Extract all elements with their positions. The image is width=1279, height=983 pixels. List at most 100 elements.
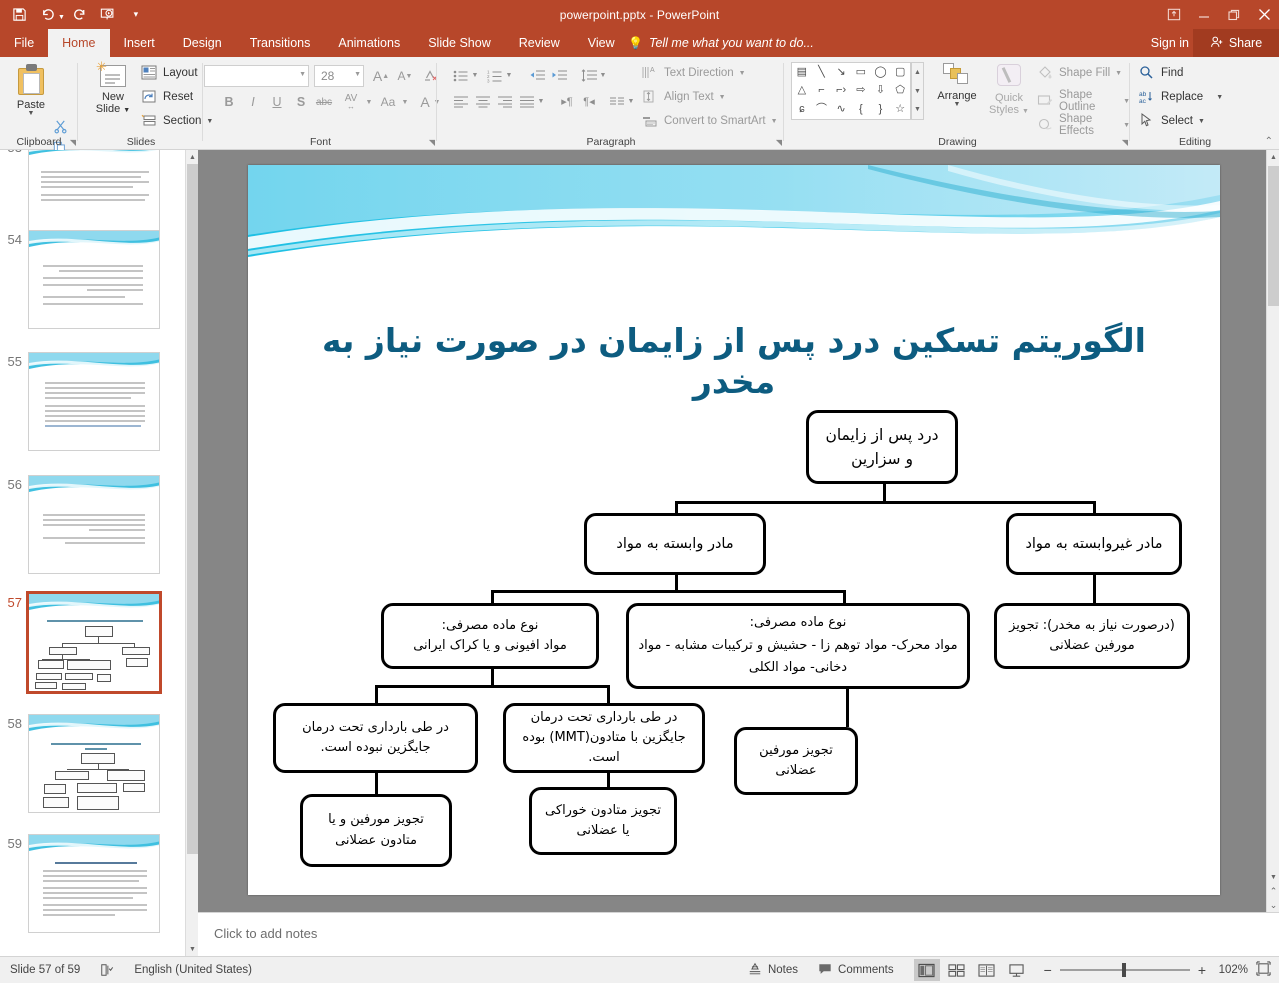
shape-fill-dropdown-icon[interactable]: ▼ — [1115, 70, 1122, 77]
notes-button[interactable]: Notes — [738, 957, 808, 983]
text-direction-button[interactable]: A Text Direction ▼ — [642, 65, 746, 81]
next-slide-icon[interactable]: ⌄ — [1267, 898, 1279, 912]
shapes-more-icon[interactable]: ▼ — [912, 100, 923, 119]
clipboard-dialog-launcher[interactable]: ◥ — [70, 138, 76, 147]
shape-curve-icon[interactable]: ⌒ — [816, 104, 827, 115]
diagram-box-morphine-im[interactable]: تجویز مورفین عضلانی — [734, 727, 858, 795]
change-case-button[interactable]: Aa — [376, 91, 400, 113]
diagram-box-substance-type-opioid[interactable]: نوع ماده مصرفی: مواد افیونی و یا کراک ای… — [381, 603, 599, 669]
ribbon-display-options-icon[interactable] — [1159, 0, 1189, 29]
ltr-direction-button[interactable]: ▸¶ — [556, 91, 578, 112]
new-slide-button[interactable]: ✳ New Slide ▼ — [87, 59, 139, 115]
shape-textbox-icon[interactable]: ▤ — [797, 66, 807, 78]
replace-button[interactable]: ab ac Replace ▼ — [1139, 89, 1223, 105]
collapse-ribbon-icon[interactable]: ⌃ — [1265, 136, 1273, 147]
align-text-button[interactable]: Align Text ▼ — [642, 89, 726, 105]
thumbnail-56[interactable] — [28, 475, 160, 574]
strikethrough-button[interactable]: abc — [312, 91, 336, 113]
line-spacing-button[interactable] — [578, 65, 600, 86]
shape-arrow-icon[interactable]: ↘ — [837, 66, 846, 78]
numbering-dropdown-icon[interactable]: ▼ — [504, 65, 514, 86]
slide-scroll-up-icon[interactable]: ▲ — [1267, 150, 1279, 164]
zoom-slider-handle[interactable] — [1121, 963, 1126, 977]
convert-to-smartart-button[interactable]: Convert to SmartArt ▼ — [642, 113, 778, 129]
new-slide-dropdown-icon[interactable]: ▼ — [123, 107, 130, 114]
align-center-button[interactable] — [472, 91, 494, 112]
slide-area-scrollbar[interactable]: ▲ ▼ ⌃ ⌄ — [1266, 150, 1279, 912]
shapes-gallery[interactable]: ▤ ╲ ↘ ▭ ◯ ▢ △ ⌐ ⌐› ⇨ ⇩ ⬠ ɕ ⌒ ∿ { } ☆ — [791, 62, 911, 120]
slide-editing-area[interactable]: الگوریتم تسکین درد پس از زایمان در صورت … — [198, 150, 1266, 912]
diagram-box-substance-type-other[interactable]: نوع ماده مصرفی: مواد محرک- مواد توهم زا … — [626, 603, 970, 689]
thumbnail-57[interactable] — [26, 591, 162, 694]
replace-dropdown-icon[interactable]: ▼ — [1216, 94, 1223, 101]
shape-rounded-rect-icon[interactable]: ▢ — [895, 66, 905, 78]
language-indicator[interactable]: English (United States) — [124, 957, 262, 983]
shape-left-brace-icon[interactable]: { — [859, 104, 863, 115]
shape-oval-icon[interactable]: ◯ — [874, 66, 886, 78]
find-button[interactable]: Find — [1139, 65, 1183, 81]
shapes-scroll-up-icon[interactable]: ▲ — [912, 63, 923, 82]
shape-star-icon[interactable]: ☆ — [895, 104, 905, 115]
quick-styles-button[interactable]: Quick Styles ▼ — [985, 62, 1033, 116]
align-dropdown-icon[interactable]: ▼ — [536, 91, 546, 112]
underline-button[interactable]: U — [266, 91, 288, 113]
thumbnail-54[interactable] — [28, 230, 160, 329]
shape-right-brace-icon[interactable]: } — [879, 104, 883, 115]
decrease-font-size-button[interactable]: A ▼ — [394, 65, 416, 87]
select-button[interactable]: Select ▼ — [1139, 113, 1205, 129]
zoom-slider[interactable] — [1059, 963, 1190, 977]
tab-design[interactable]: Design — [169, 29, 236, 57]
thumbnail-scrollbar[interactable]: ▲ ▼ — [185, 150, 199, 956]
increase-indent-button[interactable] — [548, 65, 570, 86]
thumbnail-58[interactable] — [28, 714, 160, 813]
thumbnail-row-54[interactable]: 54 — [0, 230, 186, 329]
character-spacing-dropdown-icon[interactable]: ▼ — [364, 91, 374, 113]
character-spacing-button[interactable]: AV ↔ — [337, 91, 365, 113]
slide-counter[interactable]: Slide 57 of 59 — [0, 957, 90, 983]
shape-effects-button[interactable]: Shape Effects ▼ — [1037, 113, 1130, 137]
paragraph-dialog-launcher[interactable]: ◥ — [776, 138, 782, 147]
shape-elbow-arrow-icon[interactable]: ⌐› — [836, 85, 846, 96]
minimize-icon[interactable] — [1189, 0, 1219, 29]
font-size-input[interactable]: 28 ▼ — [314, 65, 364, 87]
slide-title[interactable]: الگوریتم تسکین درد پس از زایمان در صورت … — [288, 320, 1180, 403]
diagram-box-morphine-or-methadone[interactable]: تجویز مورفین و یا متادون عضلانی — [300, 794, 452, 867]
zoom-in-button[interactable]: + — [1198, 962, 1206, 978]
notes-pane[interactable]: Click to add notes — [198, 912, 1279, 956]
font-name-dropdown-icon[interactable]: ▼ — [299, 71, 306, 78]
change-case-dropdown-icon[interactable]: ▼ — [400, 91, 410, 113]
diagram-box-mother-nondependent[interactable]: مادر غیروابسته به مواد — [1006, 513, 1182, 575]
rtl-direction-button[interactable]: ¶◂ — [578, 91, 600, 112]
drawing-dialog-launcher[interactable]: ◥ — [1122, 138, 1128, 147]
smartart-dropdown-icon[interactable]: ▼ — [771, 118, 778, 125]
tab-file[interactable]: File — [0, 29, 48, 57]
shape-line-icon[interactable]: ╲ — [818, 66, 825, 78]
notes-placeholder[interactable]: Click to add notes — [214, 926, 317, 941]
zoom-level[interactable]: 102% — [1214, 964, 1248, 976]
font-name-input[interactable]: ▼ — [204, 65, 309, 87]
thumbnail-row-56[interactable]: 56 — [0, 475, 186, 574]
thumbnail-scroll-handle[interactable] — [187, 164, 198, 854]
tell-me-box[interactable]: 💡 Tell me what you want to do... — [628, 29, 814, 57]
tab-home[interactable]: Home — [48, 29, 110, 57]
spellcheck-icon[interactable] — [90, 957, 124, 983]
bullets-button[interactable] — [450, 65, 472, 86]
shape-right-arrow-icon[interactable]: ⇨ — [856, 85, 865, 96]
restore-icon[interactable] — [1219, 0, 1249, 29]
shape-elbow-connector-icon[interactable]: ⌐ — [818, 85, 824, 96]
justify-button[interactable] — [516, 91, 538, 112]
font-dialog-launcher[interactable]: ◥ — [429, 138, 435, 147]
slide-thumbnail-pane[interactable]: 53 54 — [0, 150, 198, 956]
slide-sorter-icon[interactable] — [944, 959, 970, 981]
diagram-box-mother-dependent[interactable]: مادر وابسته به مواد — [584, 513, 766, 575]
bullets-dropdown-icon[interactable]: ▼ — [470, 65, 480, 86]
normal-view-icon[interactable] — [913, 959, 940, 981]
current-slide[interactable]: الگوریتم تسکین درد پس از زایمان در صورت … — [248, 165, 1220, 895]
diagram-box-no-substitution-therapy[interactable]: در طی بارداری تحت درمان جایگزین نبوده اس… — [273, 703, 478, 773]
numbering-button[interactable]: 123 — [484, 65, 506, 86]
close-icon[interactable] — [1249, 0, 1279, 29]
tab-animations[interactable]: Animations — [324, 29, 414, 57]
layout-button[interactable]: Layout ▼ — [141, 65, 209, 81]
tab-transitions[interactable]: Transitions — [236, 29, 325, 57]
thumbnail-53[interactable] — [28, 150, 160, 237]
